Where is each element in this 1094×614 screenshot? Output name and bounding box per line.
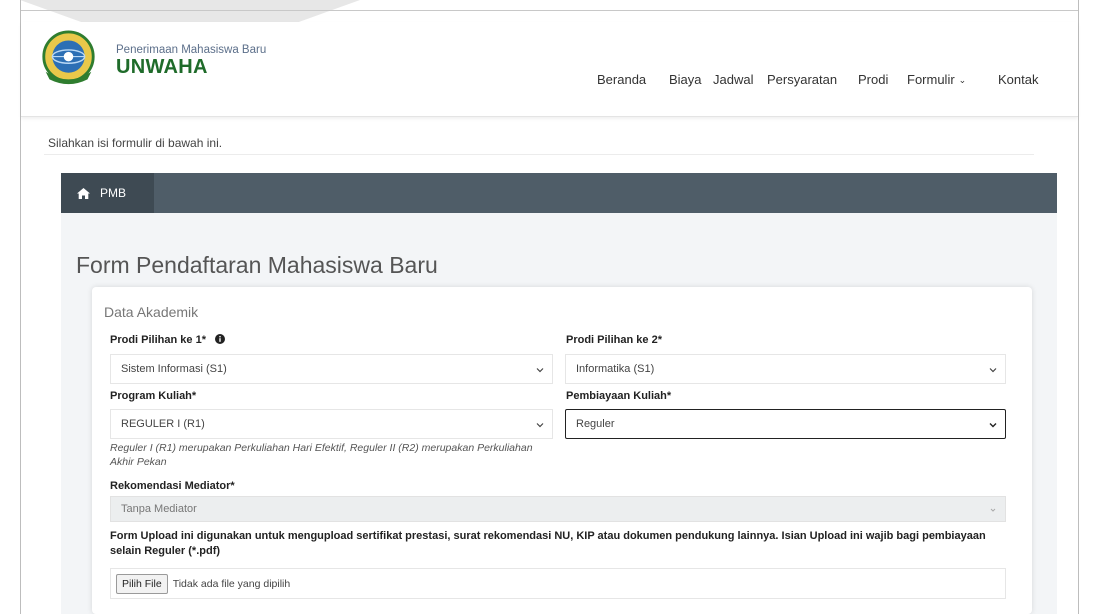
divider — [44, 154, 1034, 155]
breadcrumb-label: PMB — [100, 186, 127, 200]
nav-item-kontak[interactable]: Kontak — [998, 72, 1038, 87]
section-title: Data Akademik — [104, 304, 199, 320]
nav-item-biaya[interactable]: Biaya — [669, 72, 702, 87]
file-status: Tidak ada file yang dipilih — [172, 577, 291, 590]
program-label: Program Kuliah* — [110, 390, 197, 402]
nav-item-persyaratan[interactable]: Persyaratan — [767, 72, 837, 87]
info-circle-icon[interactable] — [215, 334, 226, 344]
prodi1-label: Prodi Pilihan ke 1* — [110, 334, 226, 346]
breadcrumb: PMB — [61, 173, 1057, 213]
chevron-down-icon — [989, 423, 997, 428]
frame-border-right — [1078, 0, 1079, 614]
nav-item-jadwal[interactable]: Jadwal — [713, 72, 753, 87]
breadcrumb-item-pmb[interactable]: PMB — [61, 173, 154, 213]
nav-item-formulir[interactable]: Formulir ⌄ — [907, 72, 966, 87]
university-crest-icon[interactable] — [40, 30, 97, 87]
chevron-down-icon — [536, 423, 544, 428]
chevron-down-icon — [989, 368, 997, 373]
nav-item-prodi[interactable]: Prodi — [858, 72, 888, 87]
pembiayaan-select[interactable]: Reguler — [565, 409, 1006, 439]
top-decoration — [20, 0, 360, 22]
prodi1-select[interactable]: Sistem Informasi (S1) — [110, 354, 553, 384]
program-select[interactable]: REGULER I (R1) — [110, 409, 553, 439]
prodi1-label-text: Prodi Pilihan ke 1* — [110, 334, 206, 346]
prodi2-value: Informatika (S1) — [576, 363, 655, 375]
page-title: Form Pendaftaran Mahasiswa Baru — [76, 252, 438, 278]
upload-note: Form Upload ini digunakan untuk menguplo… — [110, 530, 986, 557]
prodi2-label: Prodi Pilihan ke 2* — [566, 334, 662, 346]
intro-text: Silahkan isi formulir di bawah ini. — [48, 136, 223, 150]
chevron-down-icon — [536, 368, 544, 373]
nav-item-formulir-label: Formulir — [907, 72, 955, 87]
home-icon — [77, 187, 90, 199]
mediator-select: Tanpa Mediator — [110, 496, 1006, 522]
choose-file-button[interactable]: Pilih File — [116, 573, 168, 594]
prodi2-select[interactable]: Informatika (S1) — [565, 354, 1006, 384]
program-help-text: Reguler I (R1) merupakan Perkuliahan Har… — [110, 442, 533, 468]
file-upload-field[interactable]: Pilih File Tidak ada file yang dipilih — [110, 568, 1006, 599]
chevron-down-icon — [990, 508, 996, 512]
mediator-value: Tanpa Mediator — [121, 503, 197, 515]
pembiayaan-label: Pembiayaan Kuliah* — [566, 390, 672, 402]
mediator-label: Rekomendasi Mediator* — [110, 480, 235, 492]
brand-name[interactable]: UNWAHA — [116, 56, 208, 79]
brand-subtitle: Penerimaan Mahasiswa Baru — [116, 44, 267, 56]
frame-border-top — [20, 10, 1079, 11]
program-value: REGULER I (R1) — [121, 418, 205, 430]
chevron-down-icon: ⌄ — [958, 75, 967, 85]
pembiayaan-value: Reguler — [576, 418, 615, 430]
nav-item-beranda[interactable]: Beranda — [597, 72, 646, 87]
prodi1-value: Sistem Informasi (S1) — [121, 363, 227, 375]
